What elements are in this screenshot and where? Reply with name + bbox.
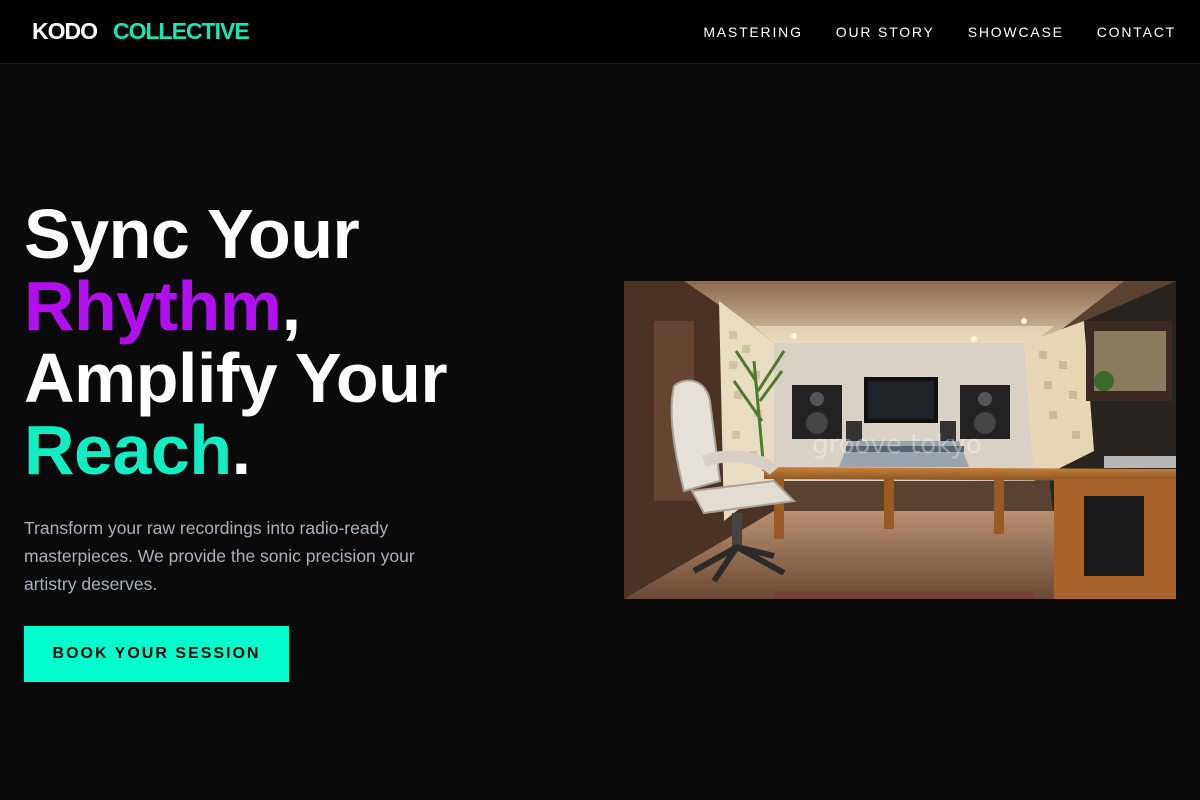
brand-word-collective: COLLECTIVE xyxy=(113,18,250,44)
headline-highlight-reach: Reach xyxy=(24,411,232,489)
headline-line-3: Amplify Your xyxy=(24,339,448,417)
headline-line-1: Sync Your xyxy=(24,195,360,273)
hero-description: Transform your raw recordings into radio… xyxy=(24,518,415,594)
nav-links: MASTERING OUR STORY SHOWCASE CONTACT xyxy=(703,24,1176,40)
image-watermark: groove tokyo xyxy=(812,430,982,460)
headline-line-2: Rhythm, xyxy=(24,270,504,342)
headline-highlight-rhythm: Rhythm xyxy=(24,267,282,345)
studio-photo-illustration: groove tokyo xyxy=(624,281,1176,599)
headline-period: . xyxy=(231,411,251,489)
nav-link-showcase[interactable]: SHOWCASE xyxy=(968,24,1064,40)
nav-link-our-story[interactable]: OUR STORY xyxy=(836,24,935,40)
hero-section: Sync Your Rhythm, Amplify Your Reach. Tr… xyxy=(24,198,504,598)
nav-link-contact[interactable]: CONTACT xyxy=(1097,24,1176,40)
nav-link-mastering[interactable]: MASTERING xyxy=(703,24,802,40)
brand-logo[interactable]: KODO COLLECTIVE xyxy=(32,18,250,45)
top-navbar: KODO COLLECTIVE MASTERING OUR STORY SHOW… xyxy=(0,0,1200,64)
brand-word-kodo: KODO xyxy=(32,18,98,44)
headline-line-4: Reach. xyxy=(24,414,504,486)
headline-comma: , xyxy=(281,267,301,345)
book-session-button[interactable]: BOOK YOUR SESSION xyxy=(24,626,289,682)
studio-photo: groove tokyo xyxy=(624,281,1176,599)
hero-headline: Sync Your Rhythm, Amplify Your Reach. xyxy=(24,198,504,486)
